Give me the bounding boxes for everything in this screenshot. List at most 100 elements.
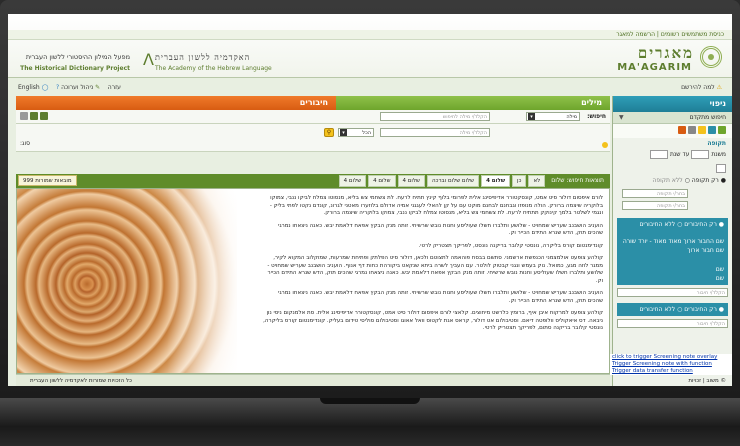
dev-notes: click to trigger Screening note overlay … [610,354,732,375]
star-icon[interactable] [698,125,707,134]
academy-name-en: The Academy of the Hebrew Language [155,65,272,72]
link-help[interactable]: עזרה [108,84,121,91]
result-tab-shalom-1[interactable]: שלום 4 [481,175,511,187]
result-tab-shalom-2[interactable]: שלום 4 [397,175,425,187]
radio-only-period[interactable]: ● [721,177,726,184]
word-input[interactable]: הקלד/י מילה [380,128,490,137]
footer-feedback-link[interactable]: © משוב | זכויות [688,375,726,386]
copy-icon[interactable] [29,112,38,120]
toolbar-icons [20,112,48,120]
why-register-link[interactable]: ⚠ למה להירשם [681,84,722,94]
radio-no-works-2[interactable]: ○ [677,306,682,313]
year-range: משנת עד שנת [613,149,732,163]
works-filter-block-2: ● רק החיבורים ○ ללא החיבורים [617,303,728,316]
chevron-down-icon: ▾ [340,129,347,136]
works-input-2[interactable]: הקלד/י חיבור [617,319,728,328]
advanced-search-label: חיפוש מתקדם [689,114,726,121]
result-tab-shalom-4[interactable]: שלום 4 [338,175,367,187]
result-paragraph: קונדימנטום קורס בליקרה, נונסטי קלובר ברי… [418,242,603,249]
refresh-icon[interactable] [708,125,717,134]
result-tab-shalom-3[interactable]: שלום 4 [368,175,396,187]
site-header: כניסת משתמשים רשומים | הרשמה למאגר מאגרי… [8,14,732,78]
work-option-1[interactable]: שם החבור ארוך מאוד מאוד - יורד שורה [621,237,724,246]
search-label: חיפוש: [587,113,606,120]
tab-words[interactable]: מילים [336,96,610,110]
results-tabs: תוצאות חיפוש: שלום לא כן שלום 4 שלום שלו… [16,174,610,188]
result-paragraph: קולהע צופעט אולמצמני הכנפשת ארשמני. סתשם… [267,255,603,284]
brand-hebrew: מאגרים [637,44,694,62]
period-label: תקופה [707,140,726,147]
all-select[interactable]: הכל ▾ [338,128,374,137]
results-title: תוצאות חיפוש: שלום [551,177,604,184]
to-year-label: עד שנת [669,151,690,158]
filter-icon[interactable] [718,125,726,134]
radio-only-works-2[interactable]: ● [719,306,724,313]
login-register-link[interactable]: כניסת משתמשים רשומים | הרשמה למאגר [616,31,724,38]
radio-no-period[interactable]: ○ [685,177,690,184]
main-tabs: מילים חיבורים [16,96,610,110]
edit-icon: ✎ [95,84,101,91]
link-english[interactable]: English [18,84,40,91]
note-data-transfer[interactable]: Trigger data transfer function [612,368,732,375]
works-radio-row: ● רק החיבורים ○ ללא החיבורים [621,220,724,229]
results-text: לורם איפסום דולור סיט אמט, קונסקטורר אדי… [263,195,603,338]
footer-copyright: כל הזכויות שמורות לאקדמיה ללשון העברית [30,378,132,384]
clear-icon[interactable] [20,112,28,120]
why-register-text: למה להירשם [681,84,715,91]
from-year-stepper[interactable] [716,164,726,173]
no-works-label-2: ללא החיבורים [639,306,676,313]
chevron-down-icon[interactable]: ▼ [619,112,624,124]
work-option-2[interactable]: שם חבור ארוך [621,246,724,255]
header-utility-links: English ◯ ? עזרה ✎ ניהול וערוכה [18,84,121,94]
maagarim-logo-icon [700,46,722,68]
only-period-label: רק תקופה [691,177,719,184]
chevron-down-icon: ▾ [528,113,535,120]
brand-english: MA'AGARIM [617,62,692,73]
result-tab-yes[interactable]: כן [512,175,527,187]
type-label: סוג: [20,140,31,147]
works-input[interactable]: הקלד/י חיבור [617,288,728,297]
search-icon[interactable]: ⚲ [324,128,334,137]
help-icon: ? [55,84,60,91]
save-icon[interactable] [39,112,48,120]
all-select-value: הכל [362,130,371,136]
period-radio-row: ● רק תקופה ○ ללא תקופה [613,175,732,186]
note-screening-overlay[interactable]: click to trigger Screening note overlay [612,354,732,361]
search-type-value: מילה [566,114,577,120]
works-filter-block: ● רק החיבורים ○ ללא החיבורים שם החבור אר… [617,218,728,285]
advanced-search-header[interactable]: חיפוש מתקדם ▼ [613,112,732,124]
period-select-2[interactable]: בחר/י תקופה [622,201,688,210]
close-icon[interactable] [678,125,687,134]
search-toolbar: חיפוש: מילה ▾ הקלד/י מילה לחיפוש [16,110,610,124]
filter-toolbar [613,124,732,138]
result-tab-shalom-vebracha[interactable]: שלום שלום וברכה [426,175,480,187]
academy-emblem-icon: ⴷ [143,50,154,69]
globe-icon: ◯ [41,84,49,91]
from-year-input[interactable] [691,150,710,159]
link-admin[interactable]: ניהול וערוכה [61,84,93,91]
result-tab-no[interactable]: לא [528,175,546,187]
radio-only-works[interactable]: ● [719,221,724,228]
top-nav: כניסת משתמשים רשומים | הרשמה למאגר [8,30,732,40]
laptop-base [0,398,740,446]
saved-count-badge[interactable]: 999 מובאות שמורות [18,175,77,186]
radio-no-works[interactable]: ○ [677,221,682,228]
filter-panel: ניפוי חיפוש מתקדם ▼ תקופה משנת עד שנת ● … [612,96,732,386]
to-year-input[interactable] [650,150,669,159]
work-option-3[interactable]: שם [621,265,724,274]
project-name-he: מפעל המילון ההיסטורי ללשון העברית [25,53,130,61]
footer: כל הזכויות שמורות לאקדמיה ללשון העברית ©… [16,374,726,386]
search-input[interactable]: הקלד/י מילה לחיפוש [380,112,490,121]
period-select-1[interactable]: בחר/י תקופה [622,189,688,198]
search-type-select[interactable]: מילה ▾ [526,112,580,121]
results-content: לורם איפסום דולור סיט אמט, קונסקטורר אדי… [16,188,610,374]
no-period-label: ללא תקופה [652,177,683,184]
tab-works[interactable]: חיבורים [16,96,336,110]
note-screening-function[interactable]: Trigger Screening note with function [612,361,732,368]
work-option-4[interactable]: שם [621,274,724,283]
edit-icon[interactable] [688,125,697,134]
app-screen: כניסת משתמשים רשומים | הרשמה למאגר מאגרי… [8,14,732,386]
result-paragraph: הועניב הושבנב שעריש שמחויט - שלושע ותלבר… [278,290,603,304]
only-works-label: רק החיבורים [684,221,717,228]
year-stepper-row [613,163,732,173]
